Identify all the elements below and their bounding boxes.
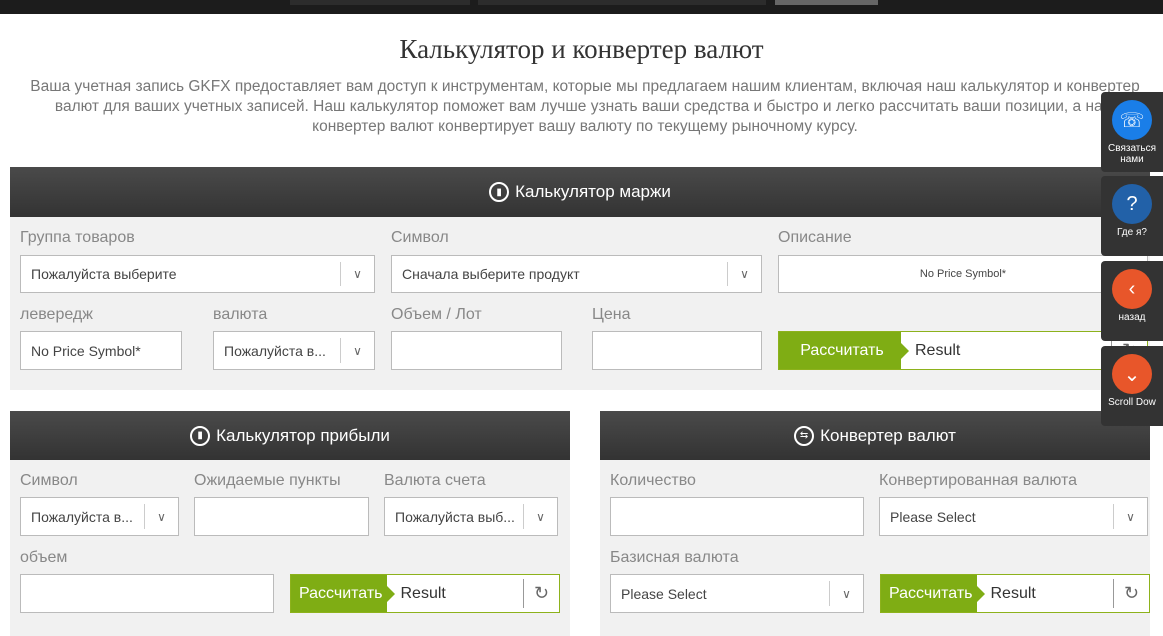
back-widget[interactable]: ‹ назад [1101, 261, 1163, 341]
section-title: Калькулятор прибыли [216, 425, 390, 445]
phone-chat-icon: ☏ [1112, 100, 1152, 140]
margin-calculator-header: ▮ Калькулятор маржи [10, 167, 1150, 217]
intro-text: Ваша учетная запись GKFX предоставляет в… [30, 78, 1140, 135]
label: Объем / Лот [391, 306, 482, 323]
widget-label: Scroll Dow [1108, 397, 1156, 408]
section-title: Калькулятор маржи [515, 182, 671, 201]
label: Конвертированная валюта [879, 472, 1078, 489]
refresh-icon[interactable]: ↻ [1113, 579, 1149, 608]
currency-converter-header: ⇆ Конвертер валют [600, 411, 1150, 460]
leverage-field[interactable]: No Price Symbol* [20, 331, 182, 370]
refresh-icon[interactable]: ↻ [523, 579, 559, 608]
chevron-left-icon: ‹ [1112, 269, 1152, 309]
label: Группа товаров [20, 229, 135, 246]
chevron-down-icon: ∨ [144, 504, 178, 529]
chevron-down-icon: ∨ [727, 262, 761, 286]
base-currency-select[interactable]: Please Select ∨ [610, 574, 864, 613]
where-am-i-widget[interactable]: ? Где я? [1101, 176, 1163, 256]
volume-input[interactable] [391, 331, 562, 370]
currency-select[interactable]: Пожалуйста в... ∨ [213, 331, 375, 370]
profit-calc-group: Рассчитать Result ↻ [290, 574, 560, 613]
calculate-button[interactable]: Рассчитать [779, 332, 909, 369]
price-input[interactable] [592, 331, 762, 370]
profit-volume-input[interactable] [20, 574, 274, 613]
calculate-button[interactable]: Рассчитать [881, 575, 984, 612]
chevron-down-icon: ∨ [340, 338, 374, 363]
chart-icon: ▮ [489, 182, 510, 202]
label: Количество [610, 472, 696, 489]
result-field: Result [915, 341, 961, 359]
contact-us-widget[interactable]: ☏ Связаться нами [1101, 92, 1163, 172]
profit-calculator-header: ▮ Калькулятор прибыли [10, 411, 570, 460]
chevron-down-icon: ∨ [523, 504, 557, 529]
result-field: Result [990, 584, 1036, 602]
converter-calc-group: Рассчитать Result ↻ [880, 574, 1150, 613]
label: валюта [213, 306, 268, 323]
section-title: Конвертер валют [820, 425, 956, 445]
label: левередж [20, 306, 93, 323]
label: Ожидаемые пункты [194, 472, 341, 489]
label: Цена [592, 306, 631, 323]
convert-icon: ⇆ [794, 425, 815, 446]
widget-label: Связаться нами [1108, 143, 1156, 165]
label: Базисная валюта [610, 549, 739, 566]
margin-calc-group: РассчитатьResult↻ [778, 331, 1148, 370]
product-group-select[interactable]: Пожалуйста выберите ∨ [20, 255, 375, 293]
nav-tab[interactable] [290, 0, 470, 5]
account-currency-select[interactable]: Пожалуйста выб... ∨ [384, 497, 558, 536]
label: Символ [20, 472, 78, 489]
scroll-down-widget[interactable]: ⌄ Scroll Dow [1101, 346, 1163, 426]
label: объем [20, 549, 68, 566]
chevron-down-icon: ⌄ [1112, 354, 1152, 394]
converted-currency-select[interactable]: Please Select ∨ [879, 497, 1148, 536]
result-field: Result [400, 584, 446, 602]
nav-tab-active[interactable] [775, 0, 878, 5]
widget-label: Где я? [1117, 227, 1147, 238]
profit-symbol-select[interactable]: Пожалуйста в... ∨ [20, 497, 179, 536]
chart-icon: ▮ [190, 425, 211, 446]
nav-tab[interactable] [478, 0, 766, 5]
expected-points-input[interactable] [194, 497, 369, 536]
chevron-down-icon: ∨ [829, 581, 863, 606]
chevron-down-icon: ∨ [1113, 504, 1147, 529]
location-icon: ? [1112, 184, 1152, 224]
top-nav-bar [0, 0, 1163, 14]
description-field: No Price Symbol* [778, 255, 1148, 293]
quantity-input[interactable] [610, 497, 864, 536]
label: Символ [391, 229, 449, 246]
label: Описание [778, 229, 852, 246]
calculate-button[interactable]: Рассчитать [291, 575, 394, 612]
widget-label: назад [1118, 312, 1146, 323]
symbol-select[interactable]: Сначала выберите продукт ∨ [391, 255, 762, 293]
chevron-down-icon: ∨ [340, 262, 374, 286]
page-title: Калькулятор и конвертер валют [399, 34, 764, 64]
label: Валюта счета [384, 472, 486, 489]
